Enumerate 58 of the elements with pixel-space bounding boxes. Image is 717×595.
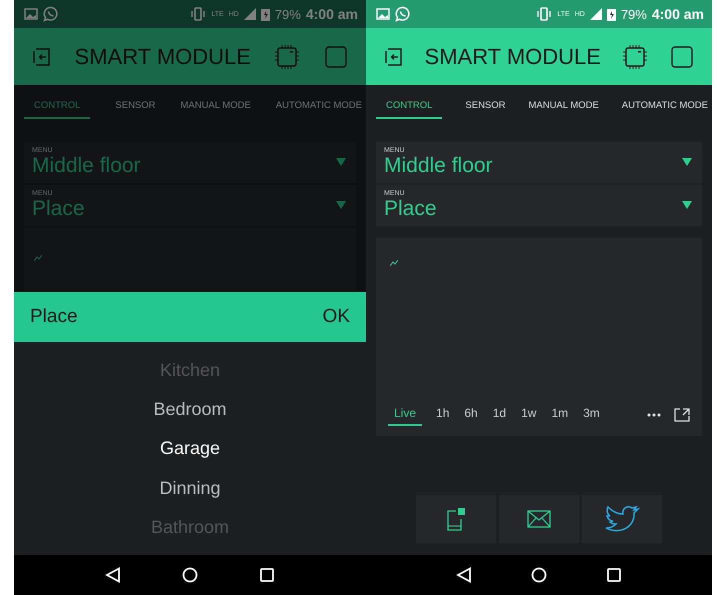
more-icon[interactable]	[647, 413, 661, 418]
tab[interactable]: MANUAL MODE	[180, 96, 251, 119]
tab[interactable]: AUTOMATIC MODE	[276, 96, 362, 119]
envelope-icon	[527, 510, 551, 528]
time-range-tab[interactable]: 1m	[550, 404, 570, 426]
chat-bubble-icon	[43, 6, 59, 22]
image-icon	[24, 8, 38, 20]
time-range-tab[interactable]: 3m	[582, 404, 601, 426]
ok-button[interactable]: OK	[318, 302, 354, 332]
clock: 4:00 am	[652, 6, 704, 22]
clock: 4:00 am	[306, 6, 358, 22]
picker-option[interactable]: Dinning	[159, 474, 221, 501]
battery-level: 79%	[620, 6, 647, 22]
caret-icon	[682, 158, 692, 166]
back-icon[interactable]	[104, 567, 121, 583]
vibrate-icon	[190, 7, 206, 21]
battery-icon	[606, 8, 616, 20]
caret-icon	[336, 201, 346, 210]
bird-icon	[604, 505, 640, 533]
time-range-tab[interactable]: 6h	[463, 404, 479, 426]
expand-icon[interactable]	[674, 408, 690, 422]
recents-icon[interactable]	[259, 567, 276, 583]
recents-icon[interactable]	[606, 567, 622, 583]
signal-icon	[244, 8, 256, 20]
time-range-tab[interactable]: 1w	[520, 404, 538, 426]
notification-button[interactable]	[416, 495, 496, 543]
battery-icon	[260, 8, 270, 20]
tweet-button[interactable]	[582, 495, 662, 543]
home-icon[interactable]	[182, 567, 198, 583]
tab[interactable]: MANUAL MODE	[528, 96, 599, 119]
time-range-tab[interactable]: Live	[388, 404, 422, 426]
app-title: SMART MODULE	[424, 44, 601, 70]
back-icon[interactable]	[456, 567, 472, 583]
tab[interactable]: SENSOR	[115, 96, 156, 119]
square-icon[interactable]	[670, 44, 694, 68]
tab[interactable]: CONTROL	[376, 96, 442, 119]
chip-icon[interactable]	[621, 42, 650, 70]
app-title: SMART MODULE	[74, 44, 251, 70]
home-icon[interactable]	[530, 567, 547, 583]
chart-icon	[34, 255, 42, 262]
picker-option[interactable]: Bedroom	[153, 396, 227, 422]
picker-title: Place	[30, 306, 78, 328]
picker-option[interactable]: Garage	[160, 435, 220, 462]
phone-alert-icon	[446, 507, 466, 531]
caret-icon	[336, 158, 346, 166]
time-range-tab[interactable]: 1h	[435, 404, 450, 426]
chart-icon	[390, 260, 398, 266]
caret-icon	[682, 201, 692, 210]
vibrate-icon	[536, 7, 552, 21]
image-icon	[376, 8, 390, 20]
signal-icon	[590, 8, 602, 20]
time-range-tab[interactable]: 1d	[492, 404, 508, 426]
exit-icon[interactable]	[384, 46, 404, 68]
tab[interactable]: SENSOR	[465, 96, 506, 119]
email-button[interactable]	[499, 495, 579, 543]
battery-level: 79%	[274, 6, 301, 22]
tab[interactable]: AUTOMATIC MODE	[622, 96, 708, 119]
chat-bubble-icon	[395, 6, 411, 22]
